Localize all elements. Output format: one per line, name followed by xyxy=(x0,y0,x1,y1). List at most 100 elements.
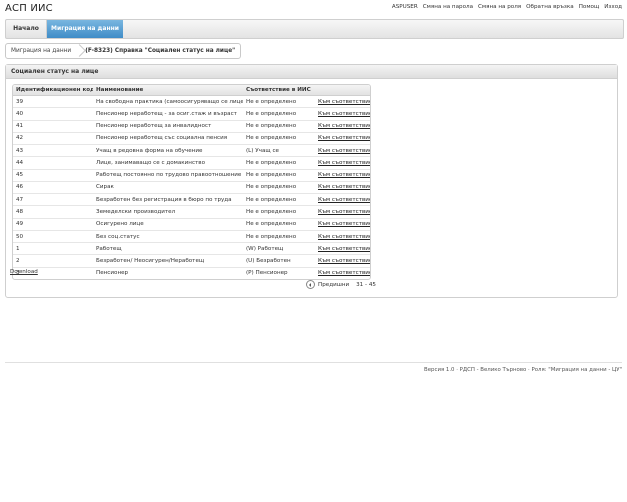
cell-match: Не е определено xyxy=(243,193,315,207)
cell-code: 41 xyxy=(13,120,93,133)
cell-match: Не е определено xyxy=(243,181,315,195)
table-row: 42 Пенсионер неработещ със социална пенси… xyxy=(13,132,370,146)
social-status-table: Идентификационен код Наименование Съотве… xyxy=(12,84,371,280)
cell-code: 2 xyxy=(13,254,93,268)
to-match-link[interactable]: Към съответствие xyxy=(315,193,370,207)
breadcrumb-link-migration[interactable]: Миграция на данни xyxy=(6,48,76,54)
cell-match: Не е определено xyxy=(243,107,315,121)
cell-name: Сирак xyxy=(93,181,243,195)
cell-name: Пенсионер неработещ - за осиг.стаж и въз… xyxy=(93,107,243,121)
cell-name: Работещ постоянно по трудово правоотноше… xyxy=(93,169,243,182)
table-row: 39 На свободна практика (самоосигуряващо … xyxy=(13,95,370,109)
social-status-panel: Социален статус на лице Идентификационен… xyxy=(5,64,618,298)
table-row: 43 Учащ в редовна форма на обучение (L) Уч… xyxy=(13,144,370,158)
to-match-link[interactable]: Към съответствие xyxy=(315,132,370,146)
cell-code: 44 xyxy=(13,156,93,170)
table-row: 46 Сирак Не е определено Към съответствие xyxy=(13,181,370,195)
cell-name: На свободна практика (самоосигуряващо се… xyxy=(93,95,243,109)
cell-code: 48 xyxy=(13,205,93,219)
cell-code: 47 xyxy=(13,193,93,207)
cell-code: 49 xyxy=(13,218,93,231)
user-link[interactable]: ASPUSER xyxy=(392,4,418,10)
cell-code: 40 xyxy=(13,107,93,121)
cell-name: Работещ xyxy=(93,242,243,256)
to-match-link[interactable]: Към съответствие xyxy=(315,254,370,268)
to-match-link[interactable]: Към съответствие xyxy=(315,205,370,219)
table-header-row: Идентификационен код Наименование Съотве… xyxy=(13,85,370,96)
cell-name: Пенсионер неработещ за инвалидност xyxy=(93,120,243,133)
cell-match: Не е определено xyxy=(243,132,315,146)
breadcrumb-separator-icon xyxy=(76,44,82,58)
cell-name: Безработен/ Неосигурен/Неработещ xyxy=(93,254,243,268)
cell-match: Не е определено xyxy=(243,95,315,109)
cell-match: Не е определено xyxy=(243,120,315,133)
footer-divider xyxy=(5,362,622,363)
to-match-link[interactable]: Към съответствие xyxy=(315,169,370,182)
breadcrumb: Миграция на данни (F-8323) Справка "Соци… xyxy=(5,43,242,59)
cell-name: Лице, занимаващо се с домакинство xyxy=(93,156,243,170)
footer: Версия 1.0 · РДСП - Велико Търново · Рол… xyxy=(424,367,622,373)
column-header-code[interactable]: Идентификационен код xyxy=(13,85,93,96)
table-row: 47 Безработен без регистрация в бюро по т… xyxy=(13,193,370,207)
cell-match: Не е определено xyxy=(243,156,315,170)
chevron-left-circle-icon[interactable] xyxy=(306,280,315,289)
change-role-link[interactable]: Смяна на роля xyxy=(478,4,521,10)
cell-name: Пенсионер xyxy=(96,270,129,277)
table-row: 3 Пенсионер (P) Пенсионер Към съответствие xyxy=(13,267,370,279)
top-links: ASPUSER Смяна на парола Смяна на роля Об… xyxy=(392,4,622,10)
cell-name: Осигурено лице xyxy=(93,218,243,231)
cell-code: 39 xyxy=(13,95,93,109)
panel-title: Социален статус на лице xyxy=(6,65,617,79)
logout-link[interactable]: Изход xyxy=(604,4,622,10)
main-navbar: Начало Миграция на данни xyxy=(5,19,624,39)
to-match-link[interactable]: Към съответствие xyxy=(315,95,370,109)
cell-code: 50 xyxy=(13,230,93,244)
pager-previous[interactable]: Предишни xyxy=(318,282,349,288)
cell-code: 46 xyxy=(13,181,93,195)
cell-match: (L) Учащ се xyxy=(243,144,315,158)
table-row: 40 Пенсионер неработещ - за осиг.стаж и в… xyxy=(13,107,370,121)
table-row: 45 Работещ постоянно по трудово правоотно… xyxy=(13,169,370,182)
to-match-link[interactable]: Към съответствие xyxy=(315,181,370,195)
cell-match: Не е определено xyxy=(243,169,315,182)
cell-name: Пенсионер неработещ със социална пенсия xyxy=(93,132,243,146)
column-header-action xyxy=(315,85,370,96)
table-row: 48 Земеделски производител Не е определено… xyxy=(13,205,370,219)
column-header-name[interactable]: Наименование xyxy=(93,85,243,96)
cell-code: 1 xyxy=(13,242,93,256)
to-match-link[interactable]: Към съответствие xyxy=(315,156,370,170)
tab-home[interactable]: Начало xyxy=(6,20,47,38)
pager: Предишни 31 - 45 xyxy=(306,280,376,289)
table-row: 44 Лице, занимаващо се с домакинство Не е … xyxy=(13,156,370,170)
tab-data-migration[interactable]: Миграция на данни xyxy=(47,20,123,38)
table-row: 41 Пенсионер неработещ за инвалидност Не е… xyxy=(13,120,370,133)
cell-match: (P) Пенсионер xyxy=(246,270,288,277)
cell-match: Не е определено xyxy=(243,205,315,219)
app-title: АСП ИИС xyxy=(5,3,53,14)
help-link[interactable]: Помощ xyxy=(579,4,600,10)
cell-code: 45 xyxy=(13,169,93,182)
pager-range: 31 - 45 xyxy=(356,281,376,288)
to-match-link[interactable]: Към съответствие xyxy=(315,120,370,133)
to-match-link[interactable]: Към съответствие xyxy=(315,242,370,256)
to-match-link[interactable]: Към съответствие xyxy=(315,218,370,231)
cell-match: (U) Безработен xyxy=(243,254,315,268)
cell-match: (W) Работещ xyxy=(243,242,315,256)
to-match-link[interactable]: Към съответствие xyxy=(315,144,370,158)
download-link[interactable]: Download xyxy=(10,269,38,275)
cell-code: 43 xyxy=(13,144,93,158)
feedback-link[interactable]: Обратна връзка xyxy=(526,4,574,10)
to-match-link[interactable]: Към съответствие xyxy=(315,267,370,279)
cell-name: Земеделски производител xyxy=(93,205,243,219)
breadcrumb-current: (F-8323) Справка "Социален статус на лиц… xyxy=(85,48,236,54)
column-header-match[interactable]: Съответствие в ИИС xyxy=(243,85,315,96)
cell-match: Не е определено xyxy=(243,218,315,231)
cell-name: Учащ в редовна форма на обучение xyxy=(93,144,243,158)
change-password-link[interactable]: Смяна на парола xyxy=(423,4,473,10)
to-match-link[interactable]: Към съответствие xyxy=(315,107,370,121)
to-match-link[interactable]: Към съответствие xyxy=(315,230,370,244)
table-row: 49 Осигурено лице Не е определено Към съотв… xyxy=(13,218,370,231)
cell-code: 42 xyxy=(13,132,93,146)
cell-name: Без соц.статус xyxy=(93,230,243,244)
table-row: 1 Работещ (W) Работещ Към съответствие xyxy=(13,242,370,256)
